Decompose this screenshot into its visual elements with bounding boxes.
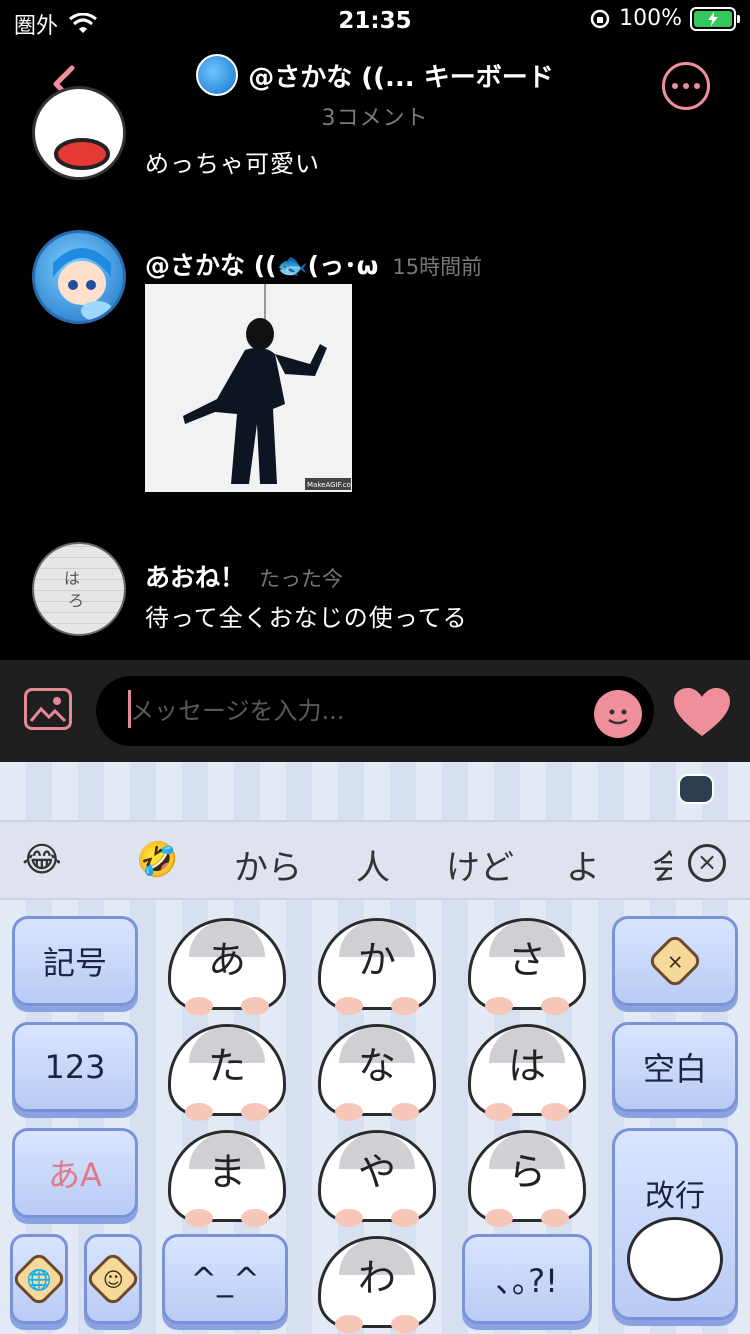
hamster-mascot-icon xyxy=(627,1217,723,1301)
gif-watermark: MakeAGIF.com xyxy=(307,481,352,489)
author-name: あおね！ xyxy=(145,563,246,592)
author-name: @さかな ((🐟(っ･ω xyxy=(145,251,379,280)
comment-item: めっちゃ可愛い xyxy=(0,86,750,202)
dot-icon xyxy=(672,83,678,89)
comment-text: めっちゃ可愛い xyxy=(145,150,320,178)
dot-icon xyxy=(683,83,689,89)
battery-percent: 100% xyxy=(619,6,682,31)
comment-time: 15時間前 xyxy=(392,255,483,279)
comment-author[interactable]: @さかな ((🐟(っ･ω 15時間前 xyxy=(145,246,482,282)
comment-gif[interactable]: MakeAGIF.com xyxy=(145,284,352,492)
key-symbols[interactable]: 記号 xyxy=(12,916,138,1006)
emoji-button[interactable] xyxy=(594,690,642,738)
smile-face-icon: ☺ xyxy=(84,1250,142,1308)
smile-icon xyxy=(608,709,628,725)
status-right: 100% xyxy=(589,6,740,31)
enter-label: 改行 xyxy=(645,1179,705,1214)
more-options-button[interactable] xyxy=(662,62,710,110)
avatar[interactable] xyxy=(32,230,126,324)
keyboard-mascot-icon[interactable] xyxy=(678,774,714,804)
suggestion-item[interactable]: よ xyxy=(566,840,600,889)
dot-icon xyxy=(694,83,700,89)
text-cursor xyxy=(128,690,131,728)
suggestion-item[interactable]: 🤣 xyxy=(136,840,178,880)
svg-text:ろ: ろ xyxy=(68,591,84,610)
header-title: @さかな ((... キーボード xyxy=(248,62,554,93)
status-bar: 圏外 21:35 100% xyxy=(0,0,750,42)
key-emoticon[interactable]: ^_^ xyxy=(162,1234,288,1324)
image-attach-button[interactable] xyxy=(24,688,72,730)
key-globe[interactable]: 🌐 xyxy=(10,1234,68,1324)
avatar[interactable] xyxy=(32,86,126,180)
key-numbers[interactable]: 123 xyxy=(12,1022,138,1112)
comment-author[interactable]: あおね！ たった今 xyxy=(145,558,343,594)
comment-text: 待って全くおなじの使ってる xyxy=(145,604,468,632)
image-icon xyxy=(29,697,67,723)
header-avatar xyxy=(196,54,239,96)
rotation-lock-icon xyxy=(590,9,610,28)
svg-text:は: は xyxy=(64,569,80,588)
close-suggestions-button[interactable]: × xyxy=(688,844,726,882)
key-punctuation[interactable]: ､｡?! xyxy=(462,1234,592,1324)
message-input[interactable] xyxy=(96,676,654,746)
avatar[interactable]: は ろ xyxy=(32,542,126,636)
comment-time: たった今 xyxy=(259,567,344,591)
suggestion-item[interactable]: 会 xyxy=(652,840,672,889)
suggestion-item[interactable]: 😂 xyxy=(22,840,62,880)
like-heart-button[interactable] xyxy=(672,686,732,738)
key-enter[interactable]: 改行 xyxy=(612,1128,738,1320)
globe-icon: 🌐 xyxy=(10,1250,68,1308)
suggestion-item[interactable]: けど xyxy=(446,840,514,889)
key-emoji[interactable]: ☺ xyxy=(84,1234,142,1324)
suggestion-item[interactable]: 人 xyxy=(356,840,390,889)
key-delete[interactable]: × xyxy=(612,916,738,1006)
key-kana-toggle[interactable]: あA xyxy=(12,1128,138,1218)
delete-icon: × xyxy=(646,932,704,990)
suggestion-item[interactable]: から xyxy=(234,840,302,889)
battery-icon xyxy=(690,6,740,31)
key-space[interactable]: 空白 xyxy=(612,1022,738,1112)
suggestion-bar: 😂 🤣 から 人 けど よ 会 × xyxy=(0,820,750,900)
